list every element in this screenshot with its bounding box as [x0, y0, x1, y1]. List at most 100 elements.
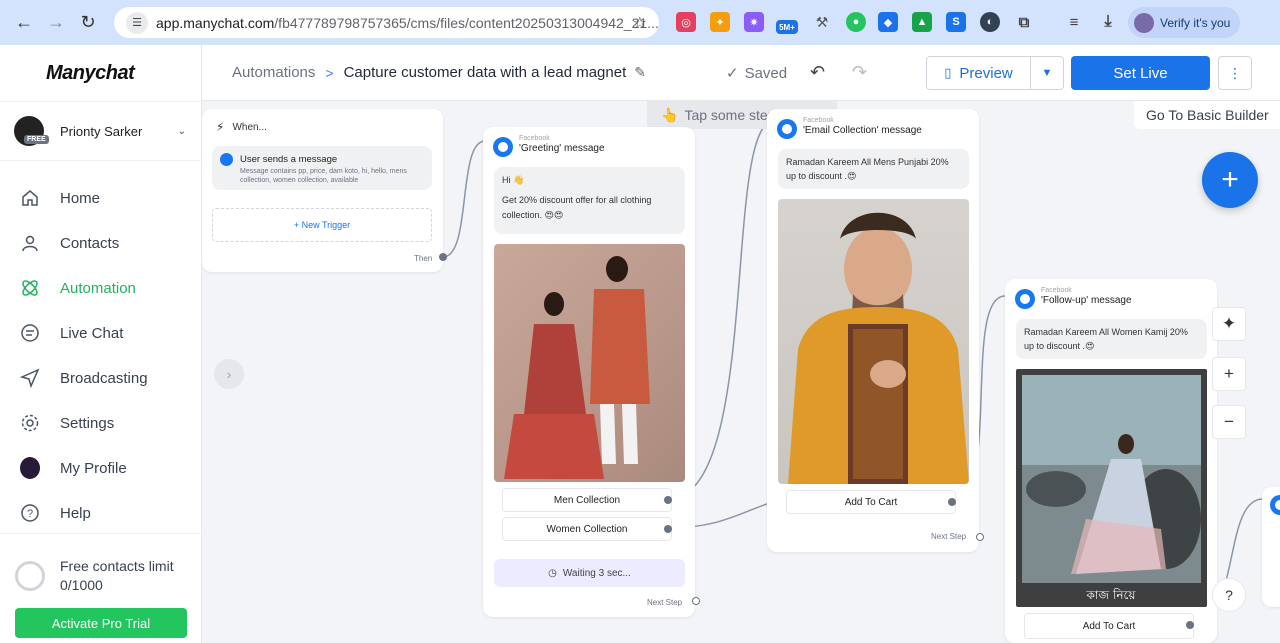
sidebar-item-automation[interactable]: Automation: [0, 268, 202, 308]
new-trigger-button[interactable]: + New Trigger: [212, 208, 432, 242]
sidebar-item-home[interactable]: Home: [0, 178, 202, 218]
breadcrumb-automations[interactable]: Automations: [232, 64, 315, 81]
wait-delay[interactable]: ◷ Waiting 3 sec...: [494, 559, 685, 587]
flow-title[interactable]: Capture customer data with a lead magnet: [344, 64, 627, 81]
next-step-connector[interactable]: [976, 533, 984, 541]
extension-icon[interactable]: ◆: [878, 12, 898, 32]
extension-icon[interactable]: ✷: [744, 12, 764, 32]
men-punjabi-photo[interactable]: [778, 199, 969, 484]
plan-badge: FREE: [24, 135, 49, 144]
couple-fashion-photo[interactable]: [494, 244, 685, 482]
button-connector[interactable]: [664, 525, 672, 533]
extension-badge[interactable]: 5M+: [776, 20, 798, 34]
magic-wand-icon[interactable]: ✦: [1212, 307, 1246, 341]
follow-up-message-card[interactable]: Facebook 'Follow-up' message Ramadan Kare…: [1005, 279, 1217, 643]
breadcrumb: Automations > Capture customer data with…: [232, 64, 646, 81]
redo-icon[interactable]: ↷: [852, 62, 867, 83]
chevron-down-icon: ⌄: [177, 125, 186, 137]
reload-icon[interactable]: ↻: [72, 7, 104, 39]
go-to-basic-builder-button[interactable]: Go To Basic Builder: [1134, 101, 1280, 129]
sidebar-item-label: Automation: [60, 279, 136, 297]
platform-label: Facebook: [803, 117, 834, 124]
back-icon[interactable]: ←: [8, 7, 40, 39]
sidebar-item-settings[interactable]: Settings: [0, 403, 202, 443]
button-connector[interactable]: [664, 496, 672, 504]
add-step-button[interactable]: +: [1202, 152, 1258, 208]
sidebar-item-label: Help: [60, 504, 91, 522]
button-connector[interactable]: [1186, 621, 1194, 629]
then-connector[interactable]: [439, 253, 447, 261]
photo-caption: কাজ নিয়ে: [1086, 588, 1137, 602]
help-icon: ?: [20, 503, 40, 523]
account-name: Prionty Sarker: [60, 123, 143, 139]
download-icon[interactable]: ⤓: [1098, 12, 1118, 32]
lightning-icon: ⚡: [216, 120, 225, 134]
sidebar-item-label: My Profile: [60, 459, 127, 477]
account-switcher[interactable]: FREE Prionty Sarker ⌄: [0, 101, 202, 161]
help-icon[interactable]: ?: [1212, 578, 1246, 612]
card-header: Facebook 'Greeting' message: [493, 135, 605, 157]
next-step-label: Next Step: [647, 598, 683, 607]
set-live-button[interactable]: Set Live: [1071, 56, 1210, 90]
puzzle-icon[interactable]: ⧉: [1014, 12, 1034, 32]
send-icon: [20, 368, 40, 388]
text-line-1: Hi 👋: [502, 175, 525, 185]
more-options-icon[interactable]: ⋮: [1218, 56, 1252, 90]
extension-icon[interactable]: ▲: [912, 12, 932, 32]
women-collection-button[interactable]: Women Collection: [502, 517, 672, 541]
extension-icon[interactable]: ✦: [710, 12, 730, 32]
greeting-message-card[interactable]: Facebook 'Greeting' message Hi 👋 Get 20% …: [483, 127, 700, 617]
limit-label: Free contacts limit: [60, 558, 174, 574]
sidebar-item-my-profile[interactable]: My Profile: [0, 448, 202, 488]
sidebar-item-live-chat[interactable]: Live Chat: [0, 313, 202, 353]
zoom-in-icon[interactable]: +: [1212, 357, 1246, 391]
bookmark-star-icon[interactable]: ☆: [633, 13, 647, 33]
trigger-header: ⚡ When...: [216, 120, 267, 134]
sidebar-item-broadcasting[interactable]: Broadcasting: [0, 358, 202, 398]
preview-button[interactable]: ▯ Preview: [926, 56, 1031, 90]
forward-icon[interactable]: →: [40, 7, 72, 39]
site-info-icon[interactable]: ☰: [126, 11, 148, 34]
zoom-out-icon[interactable]: −: [1212, 405, 1246, 439]
sidebar-item-help[interactable]: ? Help: [0, 493, 202, 533]
trigger-card[interactable]: ⚡ When... User sends a message Message co…: [202, 109, 447, 272]
add-to-cart-button[interactable]: Add To Cart: [1024, 613, 1194, 639]
extension-icon[interactable]: ◐: [980, 12, 1000, 32]
avatar-icon: [20, 457, 40, 479]
platform-label: Facebook: [1041, 287, 1072, 294]
email-collection-message-card[interactable]: Facebook 'Email Collection' message Ramad…: [767, 109, 984, 552]
tools-ext-icon[interactable]: ⚒: [812, 12, 832, 32]
messenger-icon: [777, 119, 797, 139]
preview-dropdown-button[interactable]: ▼: [1030, 56, 1064, 90]
next-step-connector[interactable]: [692, 597, 700, 605]
men-collection-button[interactable]: Men Collection: [502, 488, 672, 512]
next-message-card[interactable]: [1262, 487, 1280, 607]
sidebar-item-label: Contacts: [60, 234, 120, 252]
flow-canvas[interactable]: 👆 Tap some step to edit Go To Basic Build…: [202, 101, 1280, 643]
extension-icon[interactable]: S: [946, 12, 966, 32]
message-text[interactable]: Ramadan Kareem All Mens Punjabi 20% up t…: [778, 149, 969, 189]
card-header: Facebook 'Follow-up' message: [1015, 287, 1132, 309]
then-label: Then: [414, 254, 433, 263]
url-host: app.manychat.com: [156, 14, 275, 31]
message-text[interactable]: Ramadan Kareem All Women Kamij 20% up to…: [1016, 319, 1207, 359]
verify-label: Verify it's you: [1160, 15, 1231, 30]
trigger-condition[interactable]: User sends a message Message contains pp…: [212, 146, 432, 190]
extension-icon[interactable]: ●: [846, 12, 866, 32]
media-control-icon[interactable]: ≡: [1064, 12, 1084, 32]
address-bar[interactable]: ☰ app.manychat.com/fb477789798757365/cms…: [114, 7, 659, 38]
button-connector[interactable]: [948, 498, 956, 506]
app-logo[interactable]: Manychat: [46, 62, 135, 85]
pencil-icon[interactable]: ✎: [634, 64, 646, 81]
message-text[interactable]: Hi 👋 Get 20% discount offer for all clot…: [494, 167, 685, 234]
chevron-right-icon[interactable]: ›: [214, 359, 244, 389]
undo-icon[interactable]: ↶: [810, 62, 825, 83]
hand-pointer-icon: 👆: [661, 106, 679, 123]
instagram-ext-icon[interactable]: ◎: [676, 12, 696, 32]
sidebar-item-contacts[interactable]: Contacts: [0, 223, 202, 263]
button-label: Add To Cart: [1082, 620, 1136, 632]
profile-verify-chip[interactable]: Verify it's you: [1128, 7, 1240, 38]
women-saree-photo[interactable]: কাজ নিয়ে: [1016, 369, 1207, 607]
add-to-cart-button[interactable]: Add To Cart: [786, 490, 956, 514]
activate-pro-trial-button[interactable]: Activate Pro Trial: [15, 608, 187, 638]
